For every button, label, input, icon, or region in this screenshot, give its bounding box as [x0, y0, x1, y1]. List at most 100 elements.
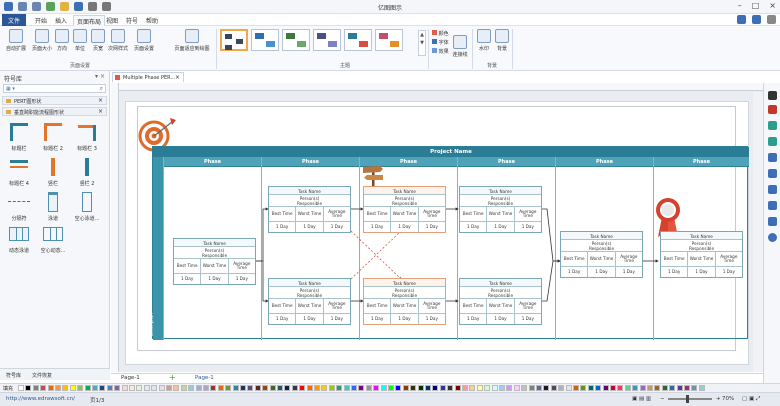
menu-symbols[interactable]: 符号: [126, 16, 138, 25]
color-swatch[interactable]: [454, 385, 461, 391]
color-swatch[interactable]: [573, 385, 579, 391]
color-swatch[interactable]: [684, 385, 690, 391]
format-painter-icon[interactable]: [768, 91, 777, 100]
hyperlink-icon[interactable]: [768, 185, 777, 194]
color-swatch[interactable]: [92, 385, 98, 391]
page-setup-button[interactable]: 页面设置: [132, 29, 156, 52]
theme-4[interactable]: [313, 29, 341, 51]
color-swatch[interactable]: [639, 385, 646, 391]
shape-title-bar-2[interactable]: 标题栏 2: [36, 121, 70, 152]
close-icon[interactable]: ×: [98, 97, 103, 104]
color-swatch[interactable]: [195, 385, 202, 391]
color-option[interactable]: 颜色: [432, 30, 449, 37]
zoom-slider[interactable]: [668, 398, 712, 400]
zoom-in-icon[interactable]: +: [716, 396, 721, 402]
theme-3[interactable]: [282, 29, 310, 51]
task-node[interactable]: Task Name Person(s) Responsible Best Time…: [173, 238, 256, 285]
menu-page-layout[interactable]: 页面布局: [73, 15, 106, 26]
help-icon[interactable]: [768, 233, 777, 242]
shape-dynamic-swimlane[interactable]: 动态泳道: [2, 223, 36, 254]
color-swatch[interactable]: [610, 385, 616, 391]
document-tab[interactable]: Multiple Phase PER... ×: [112, 72, 184, 82]
color-swatch[interactable]: [143, 385, 150, 391]
color-swatch[interactable]: [106, 385, 113, 391]
fit-to-drawing-button[interactable]: 页面适应到绘图: [170, 29, 214, 52]
image-icon[interactable]: [768, 153, 777, 162]
background-button[interactable]: 背景: [494, 29, 510, 52]
close-icon[interactable]: ×: [175, 74, 180, 81]
color-swatch[interactable]: [402, 385, 409, 391]
zoom-slider-handle[interactable]: [686, 395, 689, 403]
auto-extend-button[interactable]: 自动扩展: [4, 29, 28, 52]
color-swatch[interactable]: [158, 385, 165, 391]
color-swatch[interactable]: [543, 385, 550, 391]
color-swatch[interactable]: [262, 385, 269, 391]
color-swatch[interactable]: [425, 385, 431, 391]
task-node[interactable]: Task Name Person(s) Responsible Best Time…: [268, 278, 351, 325]
task-node[interactable]: Task Name Person(s) Responsible Best Time…: [660, 231, 743, 278]
tab-file-recovery[interactable]: 文件恢复: [32, 372, 52, 379]
drawing-canvas[interactable]: Project Name Description Phase Phase Pha…: [111, 83, 763, 372]
color-swatch[interactable]: [166, 385, 172, 391]
color-swatch[interactable]: [676, 385, 683, 391]
library-pert[interactable]: PERT图形状 ×: [2, 96, 107, 105]
color-swatch[interactable]: [499, 385, 505, 391]
color-swatch[interactable]: [40, 385, 47, 391]
page-width-button[interactable]: 页宽: [90, 29, 106, 52]
vertical-scrollbar[interactable]: [753, 92, 763, 372]
connector-button[interactable]: 连接线: [450, 29, 470, 58]
color-swatch[interactable]: [188, 385, 195, 391]
color-swatch[interactable]: [469, 385, 476, 391]
menu-home[interactable]: 开始: [35, 16, 47, 25]
color-swatch[interactable]: [388, 385, 394, 391]
close-icon[interactable]: ×: [769, 1, 776, 10]
layer-icon[interactable]: [768, 169, 777, 178]
task-node[interactable]: Task Name Person(s) Responsible Best Time…: [560, 231, 643, 278]
theme-2[interactable]: [251, 29, 279, 51]
color-swatch[interactable]: [173, 385, 180, 391]
color-swatch[interactable]: [69, 385, 76, 391]
shape-title-bar-3[interactable]: 标题栏 3: [70, 121, 104, 152]
color-swatch[interactable]: [232, 385, 239, 391]
shape-hollow-swimlane[interactable]: 空心泳道...: [70, 191, 104, 222]
view-icons[interactable]: ▣ ▤ ▥: [632, 396, 651, 402]
color-swatch[interactable]: [25, 385, 32, 391]
color-swatch[interactable]: [351, 385, 357, 391]
color-swatch[interactable]: [647, 385, 653, 391]
color-swatch[interactable]: [62, 385, 69, 391]
fit-page-icons[interactable]: ▢ ▣ ⤢: [742, 396, 760, 403]
color-swatch[interactable]: [580, 385, 587, 391]
page-tab[interactable]: Page-1: [121, 375, 140, 381]
color-swatch[interactable]: [654, 385, 661, 391]
tab-symbols[interactable]: 符号库: [6, 372, 21, 379]
color-swatch[interactable]: [291, 385, 298, 391]
color-swatch[interactable]: [602, 385, 609, 391]
shape-vertical-bar-2[interactable]: 竖栏 2: [70, 156, 104, 187]
website-link[interactable]: http://www.edrawsoft.cn/: [6, 396, 75, 402]
color-swatch[interactable]: [624, 385, 631, 391]
maximize-icon[interactable]: □: [752, 1, 760, 10]
task-node[interactable]: Task Name Person(s) Responsible Best Time…: [268, 186, 351, 233]
color-swatch[interactable]: [417, 385, 424, 391]
color-swatch[interactable]: [121, 385, 128, 391]
effect-option[interactable]: 效果: [432, 48, 449, 55]
theme-more-dropdown[interactable]: ▲ ▼: [418, 30, 426, 56]
page-tab-active[interactable]: Page-1: [195, 375, 214, 381]
color-swatch[interactable]: [439, 385, 446, 391]
color-swatch[interactable]: [203, 385, 209, 391]
task-node[interactable]: Task Name Person(s) Responsible Best Time…: [459, 186, 542, 233]
shape-swimlane[interactable]: 泳道: [36, 191, 70, 222]
menu-insert[interactable]: 插入: [55, 16, 67, 25]
zoom-out-icon[interactable]: −: [660, 396, 665, 402]
shape-title-bar-4[interactable]: 标题栏 4: [2, 156, 36, 187]
color-swatch[interactable]: [587, 385, 594, 391]
shape-hollow-dynamic[interactable]: 空心动态...: [36, 223, 70, 254]
share-icon[interactable]: [737, 15, 746, 24]
color-swatch[interactable]: [395, 385, 402, 391]
color-swatch[interactable]: [513, 385, 520, 391]
watermark-button[interactable]: 水印: [476, 29, 492, 52]
login-icon[interactable]: [752, 15, 761, 24]
color-swatch[interactable]: [299, 385, 306, 391]
color-swatch[interactable]: [240, 385, 246, 391]
theme-5[interactable]: [344, 29, 372, 51]
